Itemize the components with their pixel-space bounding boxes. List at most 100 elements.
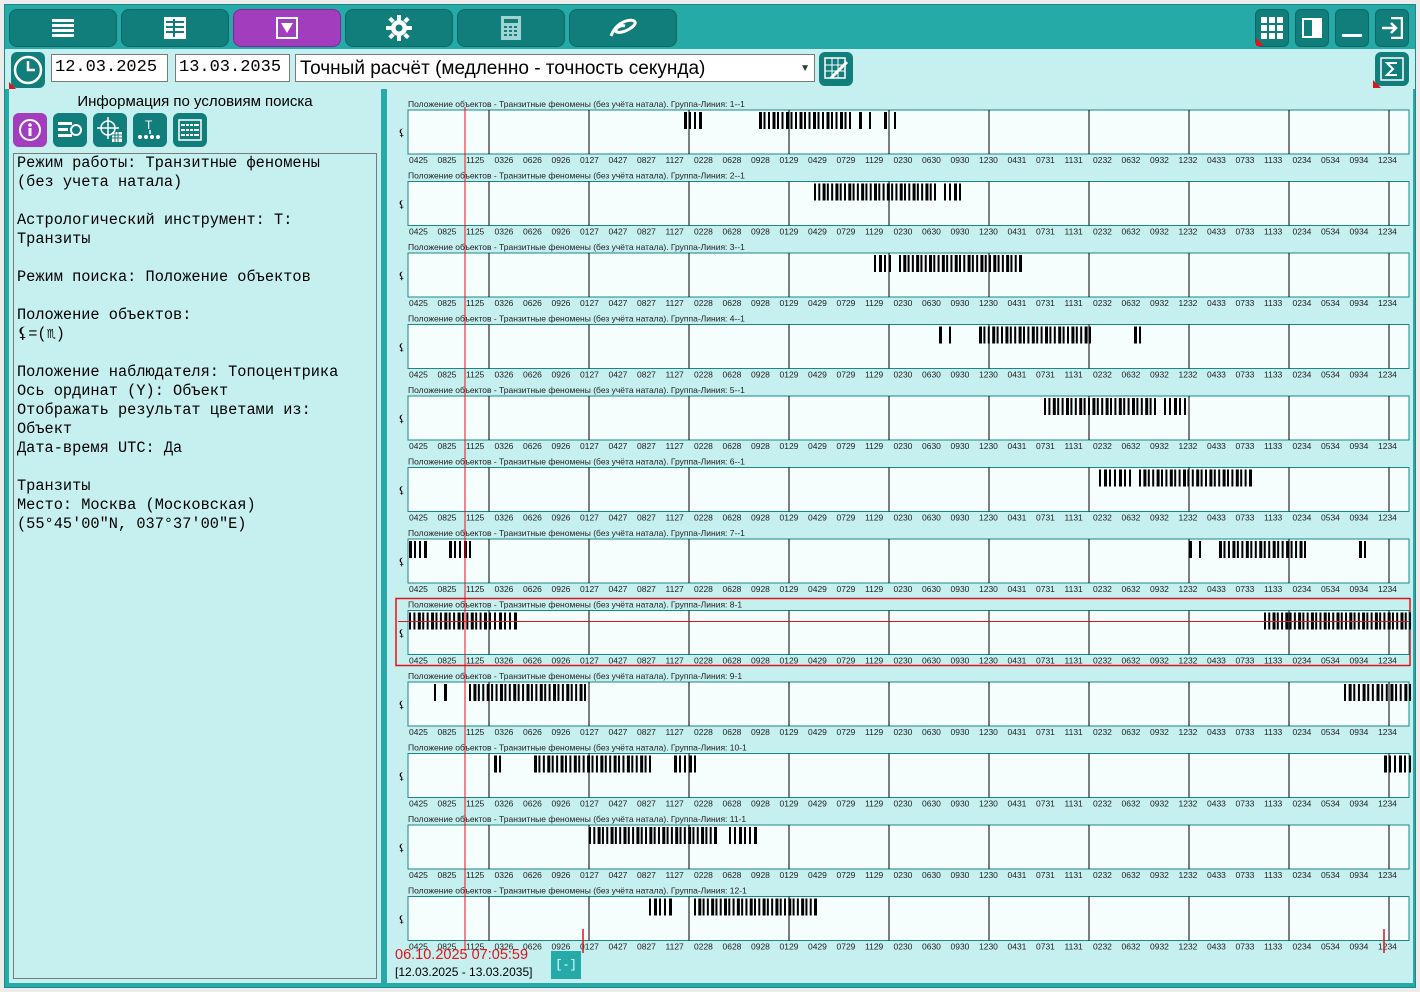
x-tick-label: 0729: [837, 441, 856, 451]
x-tick-label: 1230: [979, 155, 998, 165]
info-line: [14, 249, 376, 268]
main-menu-button[interactable]: [9, 9, 117, 47]
x-tick-label: 0129: [780, 370, 799, 380]
list-grid-button[interactable]: [173, 113, 207, 147]
row-title: Положение объектов - Транзитные феномены…: [408, 671, 742, 681]
event-mark: [894, 112, 896, 129]
event-mark: [1096, 398, 1099, 415]
calculator-button[interactable]: [457, 9, 565, 47]
x-tick-label: 0626: [523, 370, 542, 380]
x-tick-label: 0729: [837, 227, 856, 237]
event-mark: [698, 898, 702, 916]
x-tick-label: 0930: [951, 727, 970, 737]
event-mark: [1200, 469, 1203, 487]
event-mark: [1165, 469, 1168, 487]
search-settings-button[interactable]: [53, 113, 87, 147]
x-tick-label: 0630: [922, 584, 941, 594]
event-mark: [597, 827, 601, 844]
event-mark: [1245, 541, 1249, 558]
search-settings-icon: [58, 122, 82, 137]
x-tick-label: 1234: [1378, 370, 1397, 380]
event-mark: [1353, 684, 1356, 701]
x-tick-label: 0234: [1293, 584, 1312, 594]
collapse-button[interactable]: [-]: [551, 951, 581, 979]
event-mark: [1070, 398, 1073, 415]
x-tick-label: 0729: [837, 656, 856, 666]
event-mark: [653, 827, 656, 844]
event-mark: [1250, 541, 1253, 558]
event-mark: [522, 684, 525, 701]
x-tick-label: 1127: [666, 799, 685, 809]
event-mark: [684, 112, 687, 129]
exit-button[interactable]: [1375, 9, 1409, 47]
timeline-chart-area[interactable]: Положение объектов - Транзитные феномены…: [387, 89, 1413, 983]
y-axis-symbol: ⚸: [398, 343, 405, 354]
exit-icon: [1382, 17, 1403, 39]
list-view-button[interactable]: [121, 9, 229, 47]
x-tick-label: 1232: [1179, 227, 1198, 237]
event-mark: [711, 898, 715, 916]
x-tick-label: 0425: [409, 656, 428, 666]
timeline-button[interactable]: T: [133, 113, 167, 147]
event-mark: [670, 827, 673, 844]
info-button[interactable]: [13, 113, 47, 147]
x-tick-label: 0427: [609, 370, 628, 380]
x-tick-label: 0534: [1321, 656, 1340, 666]
x-tick-label: 1125: [466, 513, 485, 523]
event-mark: [542, 755, 545, 773]
x-tick-label: 1125: [466, 727, 485, 737]
x-tick-label: 1232: [1179, 799, 1198, 809]
calculation-mode-select[interactable]: Точный расчёт (медленно - точность секун…: [295, 54, 815, 82]
event-mark: [508, 684, 511, 701]
x-tick-label: 1230: [979, 942, 998, 952]
date-to-field[interactable]: 13.03.2035: [175, 54, 290, 82]
event-mark: [799, 112, 803, 129]
event-mark: [1404, 755, 1406, 773]
clock-button[interactable]: [9, 52, 45, 90]
x-tick-label: 0433: [1207, 513, 1226, 523]
event-mark: [469, 541, 471, 558]
x-tick-label: 0431: [1008, 441, 1027, 451]
event-mark: [937, 255, 940, 272]
panel-toggle-button[interactable]: [1295, 9, 1329, 47]
info-line: Место: Москва (Московская): [17, 496, 256, 514]
event-mark: [1187, 469, 1190, 487]
logo-button[interactable]: [569, 9, 677, 47]
minimize-button[interactable]: [1335, 9, 1369, 47]
row-plot-frame: [407, 824, 1410, 870]
event-mark: [996, 326, 999, 344]
x-tick-label: 0733: [1236, 227, 1255, 237]
apply-search-button[interactable]: [819, 52, 853, 86]
filter-button[interactable]: [233, 9, 341, 47]
x-tick-label: 0934: [1350, 441, 1369, 451]
event-mark: [1058, 326, 1062, 344]
settings-button[interactable]: [345, 9, 453, 47]
event-mark: [933, 255, 936, 272]
info-line: (55°45'00"N, 037°37'00"E): [17, 515, 247, 533]
info-line: [14, 287, 376, 306]
event-mark: [699, 112, 702, 129]
row-title: Положение объектов - Транзитные феномены…: [408, 314, 745, 324]
target-button[interactable]: [93, 113, 127, 147]
event-mark: [494, 755, 497, 773]
event-mark: [852, 183, 855, 201]
x-tick-label: 0930: [951, 656, 970, 666]
x-tick-label: 0425: [409, 799, 428, 809]
x-tick-label: 0431: [1008, 513, 1027, 523]
event-mark: [1381, 684, 1384, 701]
x-tick-label: 0232: [1093, 799, 1112, 809]
grid-view-button[interactable]: [1255, 9, 1289, 47]
x-tick-label: 0825: [438, 298, 457, 308]
event-mark: [728, 898, 731, 916]
y-axis-symbol: ⚸: [398, 414, 405, 425]
event-mark: [1399, 684, 1402, 701]
event-mark: [946, 255, 949, 272]
event-mark: [631, 755, 634, 773]
summary-button[interactable]: [1373, 52, 1409, 88]
date-from-field[interactable]: 12.03.2025: [51, 54, 168, 82]
event-mark: [1045, 326, 1048, 344]
event-mark: [1394, 755, 1396, 773]
event-mark: [688, 827, 692, 844]
event-mark: [719, 898, 722, 916]
x-tick-label: 1129: [865, 727, 884, 737]
